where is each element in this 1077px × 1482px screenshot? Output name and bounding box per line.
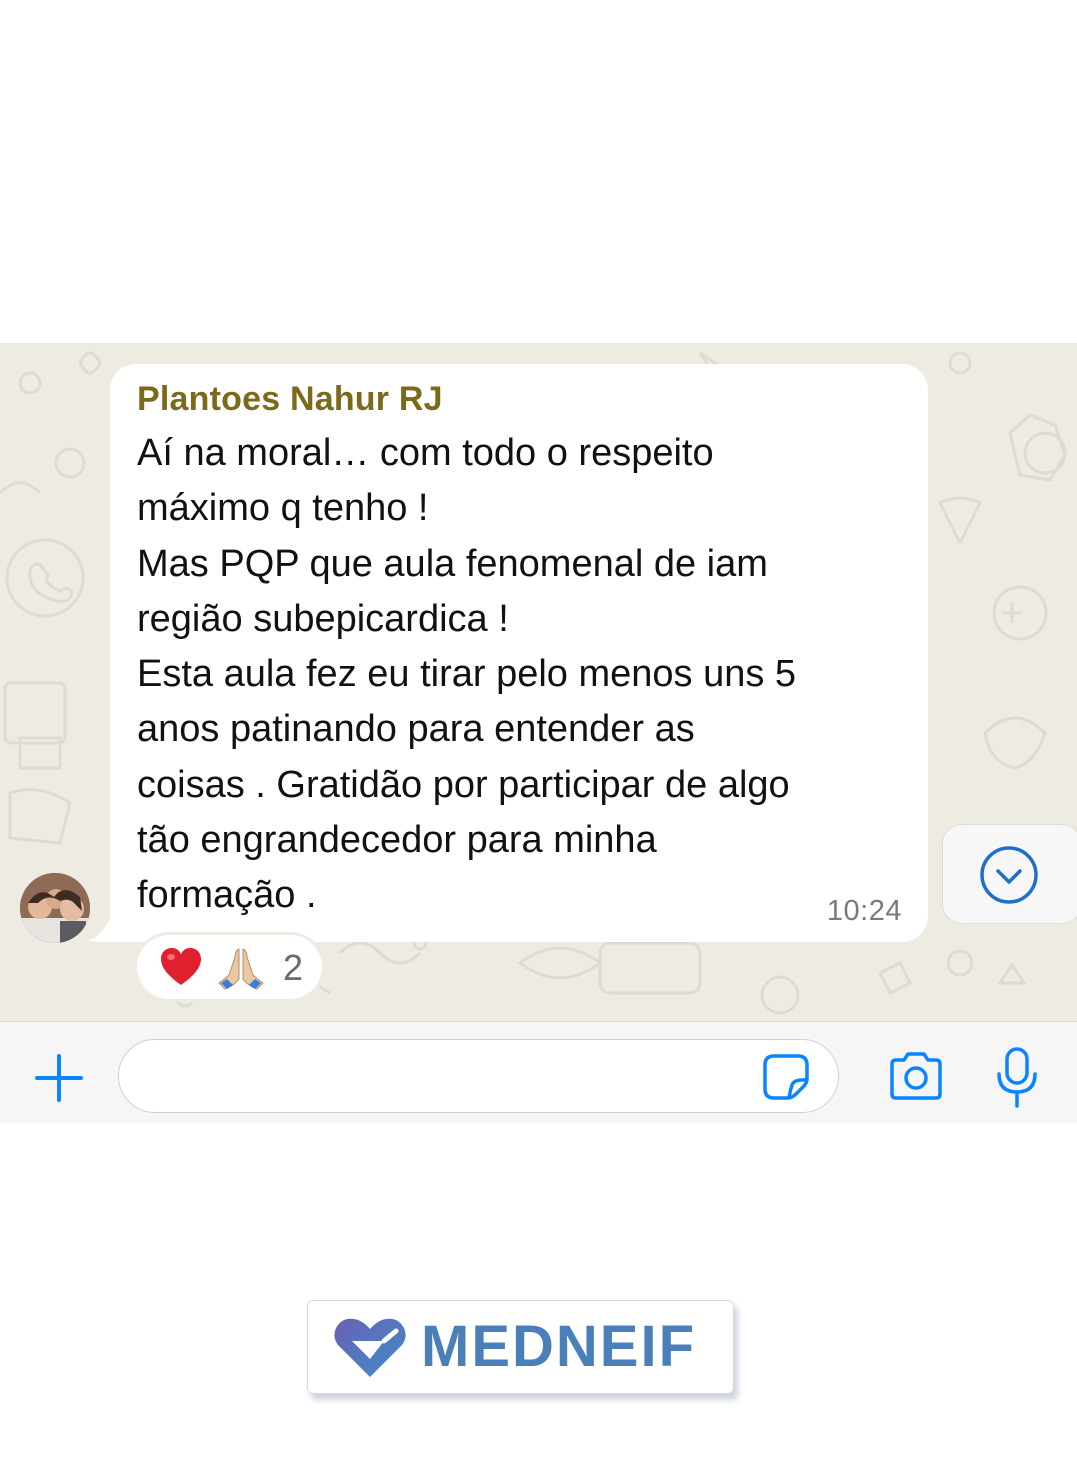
brand-logo: MEDNEIF	[307, 1300, 734, 1394]
avatar-photo	[20, 873, 90, 943]
red-heart-icon	[161, 948, 201, 985]
message-text: Aí na moral… com todo o respeito máximo …	[137, 432, 797, 917]
sender-name[interactable]: Plantoes Nahur RJ	[137, 380, 443, 419]
chat-area[interactable]: Plantoes Nahur RJ Aí na moral… com todo …	[0, 343, 1077, 1021]
message-input-bar	[0, 1021, 1077, 1122]
folded-hands-icon	[218, 948, 264, 990]
scroll-down-button[interactable]	[942, 824, 1077, 924]
message-bubble[interactable]: Plantoes Nahur RJ Aí na moral… com todo …	[110, 364, 928, 942]
message-input[interactable]	[118, 1039, 839, 1113]
sender-avatar[interactable]	[20, 873, 90, 943]
brand-name: MEDNEIF	[421, 1314, 696, 1379]
reactions-pill[interactable]: 2	[137, 935, 322, 999]
reaction-count: 2	[283, 947, 304, 988]
plus-icon[interactable]	[33, 1052, 85, 1104]
message-timestamp: 10:24	[826, 895, 902, 927]
microphone-icon[interactable]	[994, 1046, 1040, 1110]
heart-logo-icon	[334, 1318, 406, 1377]
chevron-down-circle-icon	[980, 846, 1038, 904]
camera-icon[interactable]	[886, 1050, 946, 1102]
sticker-icon[interactable]	[762, 1053, 810, 1101]
